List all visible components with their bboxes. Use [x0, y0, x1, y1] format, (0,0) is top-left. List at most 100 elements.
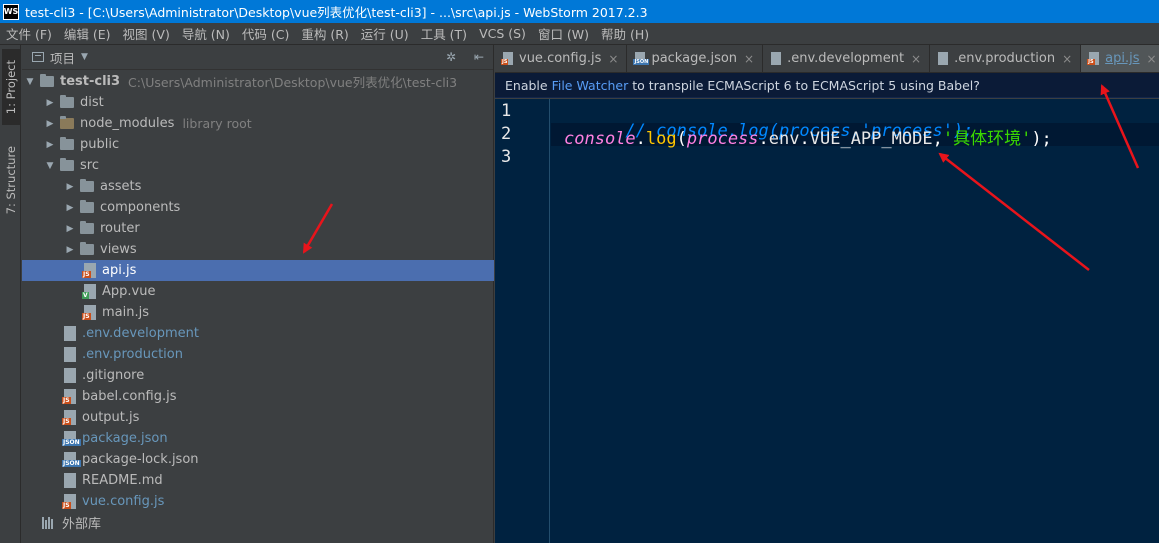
tree-item-package-json[interactable]: JSON package.json — [22, 428, 494, 449]
menu-navigate[interactable]: 导航 (N) — [176, 24, 236, 43]
json-file-icon: JSON — [633, 52, 650, 65]
tree-item-label: components — [100, 200, 181, 215]
tab-package-json[interactable]: JSON package.json × — [627, 45, 764, 72]
menu-window[interactable]: 窗口 (W) — [532, 24, 595, 43]
chevron-down-icon[interactable]: ▼ — [81, 52, 88, 62]
menu-edit[interactable]: 编辑 (E) — [58, 24, 117, 43]
project-panel-header: 项目 ▼ ✲ ⇤ — [22, 45, 493, 70]
tree-item-env-production[interactable]: .env.production — [22, 344, 494, 365]
webstorm-logo-icon: WS — [3, 3, 19, 20]
tree-item-vue-config[interactable]: JS vue.config.js — [22, 491, 494, 512]
menu-code[interactable]: 代码 (C) — [236, 24, 295, 43]
tree-item-env-development[interactable]: .env.development — [22, 323, 494, 344]
side-tab-structure-label: 7: Structure — [4, 145, 18, 215]
banner-prefix: Enable — [505, 77, 548, 93]
tree-item-package-lock-json[interactable]: JSON package-lock.json — [22, 449, 494, 470]
tree-item-readme[interactable]: README.md — [22, 470, 494, 491]
tree-item-views[interactable]: ▶ views — [22, 239, 494, 260]
token-dot: . — [799, 129, 810, 149]
project-panel: 项目 ▼ ✲ ⇤ ▼ test-cli3 C:\Users\Administra… — [22, 45, 494, 543]
file-watcher-link[interactable]: File Watcher — [552, 78, 629, 93]
folder-icon — [80, 179, 94, 192]
gear-icon[interactable]: ✲ — [446, 50, 456, 64]
expanded-arrow-icon[interactable]: ▼ — [44, 161, 56, 171]
text-file-icon — [938, 52, 949, 65]
tree-item-label: .gitignore — [82, 368, 145, 383]
tab-env-production[interactable]: .env.production × — [930, 45, 1082, 72]
tree-item-public[interactable]: ▶ public — [22, 134, 494, 155]
tree-item-src[interactable]: ▼ src — [22, 155, 494, 176]
tree-item-label: test-cli3 — [60, 74, 121, 89]
tree-item-external-libraries[interactable]: 外部库 — [22, 512, 494, 533]
token-comma: , — [932, 129, 943, 149]
close-icon[interactable]: × — [744, 52, 754, 66]
project-path-hint: C:\Users\Administrator\Desktop\vue列表优化\t… — [128, 75, 458, 90]
menu-file[interactable]: 文件 (F) — [0, 24, 58, 43]
tab-label: .env.development — [787, 51, 905, 66]
code-editor[interactable]: 1 2 3 // console.log(process,'process');… — [495, 99, 1159, 543]
js-file-icon: JS — [501, 52, 513, 65]
library-icon — [42, 516, 56, 529]
menu-run[interactable]: 运行 (U) — [355, 24, 415, 43]
menu-help[interactable]: 帮助 (H) — [595, 24, 655, 43]
tree-item-api-js[interactable]: JS api.js — [22, 260, 494, 281]
tree-item-test-cli3[interactable]: ▼ test-cli3 C:\Users\Administrator\Deskt… — [22, 71, 494, 92]
vue-file-icon: V — [82, 284, 96, 299]
token-dot: . — [635, 129, 646, 149]
js-file-icon: JS — [62, 389, 76, 404]
tab-label: api.js — [1105, 51, 1140, 66]
tree-item-label: package.json — [82, 431, 168, 446]
tree-item-label: api.js — [102, 263, 137, 278]
tree-item-components[interactable]: ▶ components — [22, 197, 494, 218]
library-root-hint: library root — [182, 116, 252, 131]
tree-item-dist[interactable]: ▶ dist — [22, 92, 494, 113]
text-file-icon — [64, 326, 76, 341]
collapsed-arrow-icon[interactable]: ▶ — [64, 245, 76, 255]
project-view-label[interactable]: 项目 — [50, 48, 75, 67]
close-icon[interactable]: × — [1147, 52, 1157, 66]
tree-item-label: dist — [80, 95, 104, 110]
menu-tools[interactable]: 工具 (T) — [415, 24, 473, 43]
collapsed-arrow-icon[interactable]: ▶ — [44, 140, 56, 150]
collapsed-arrow-icon[interactable]: ▶ — [44, 98, 56, 108]
tree-item-main-js[interactable]: JS main.js — [22, 302, 494, 323]
markdown-file-icon — [64, 473, 76, 488]
close-icon[interactable]: × — [1062, 52, 1072, 66]
menu-view[interactable]: 视图 (V) — [117, 24, 176, 43]
tree-item-label: node_modules — [80, 116, 175, 131]
line-number: 1 — [501, 101, 512, 121]
collapsed-arrow-icon[interactable]: ▶ — [44, 119, 56, 129]
tree-item-app-vue[interactable]: V App.vue — [22, 281, 494, 302]
hide-panel-icon[interactable]: ⇤ — [474, 50, 484, 64]
side-tab-project[interactable]: 1: Project — [2, 49, 20, 125]
tree-item-label: App.vue — [102, 284, 156, 299]
tab-env-development[interactable]: .env.development × — [763, 45, 931, 72]
menu-refactor[interactable]: 重构 (R) — [295, 24, 354, 43]
collapsed-arrow-icon[interactable]: ▶ — [64, 224, 76, 234]
folder-icon — [80, 200, 94, 213]
token-string: '具体环境' — [942, 129, 1032, 149]
collapsed-arrow-icon[interactable]: ▶ — [64, 203, 76, 213]
editor-area: JS vue.config.js × JSON package.json × .… — [495, 45, 1159, 543]
tree-item-node-modules[interactable]: ▶ node_modules library root — [22, 113, 494, 134]
tree-item-gitignore[interactable]: .gitignore — [22, 365, 494, 386]
tree-item-babel-config[interactable]: JS babel.config.js — [22, 386, 494, 407]
text-file-icon — [64, 368, 76, 383]
tree-item-label: output.js — [82, 410, 140, 425]
menu-bar: 文件 (F) 编辑 (E) 视图 (V) 导航 (N) 代码 (C) 重构 (R… — [0, 23, 1159, 45]
code-line-2: console.log(process.env.VUE_APP_MODE,'具体… — [564, 124, 1052, 149]
side-tab-structure[interactable]: 7: Structure — [2, 137, 20, 223]
tab-vue-config[interactable]: JS vue.config.js × — [495, 45, 628, 72]
collapsed-arrow-icon[interactable]: ▶ — [64, 182, 76, 192]
side-tab-project-label: 1: Project — [4, 59, 18, 115]
expanded-arrow-icon[interactable]: ▼ — [24, 77, 36, 87]
menu-vcs[interactable]: VCS (S) — [473, 26, 532, 41]
tree-item-router[interactable]: ▶ router — [22, 218, 494, 239]
close-icon[interactable]: × — [608, 52, 618, 66]
close-icon[interactable]: × — [911, 52, 921, 66]
tab-api-js[interactable]: JS api.js × — [1081, 45, 1159, 72]
tree-item-output-js[interactable]: JS output.js — [22, 407, 494, 428]
window-title: test-cli3 - [C:\Users\Administrator\Desk… — [25, 5, 648, 20]
tree-item-assets[interactable]: ▶ assets — [22, 176, 494, 197]
line-number: 3 — [501, 147, 512, 167]
